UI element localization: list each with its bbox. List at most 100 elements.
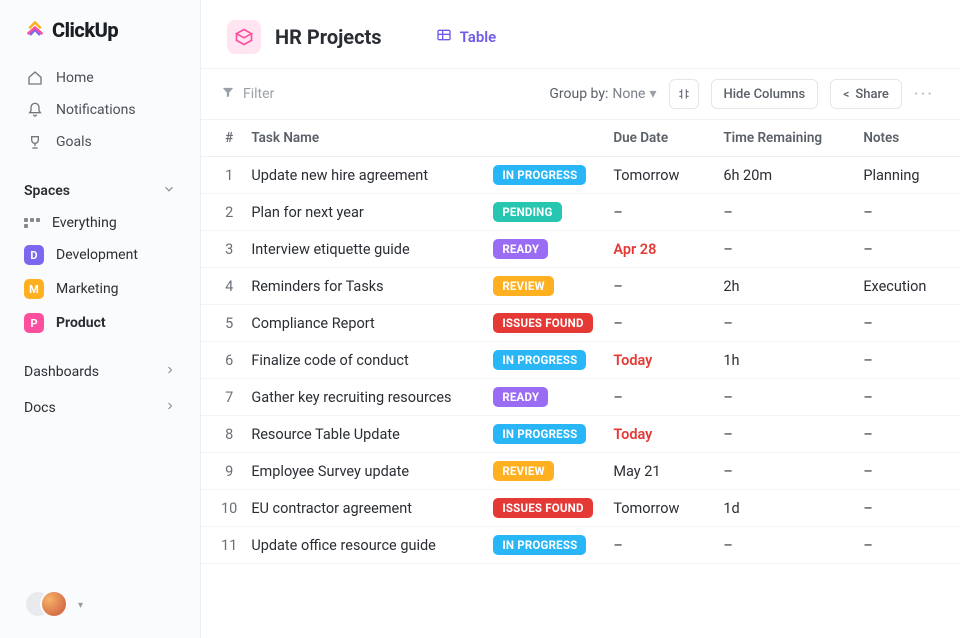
cell-notes[interactable]: –	[853, 194, 960, 231]
cell-status[interactable]: IN PROGRESS	[483, 157, 603, 194]
sidebar-docs[interactable]: Docs	[0, 390, 200, 426]
cell-status[interactable]: READY	[483, 231, 603, 268]
cell-time[interactable]: –	[713, 231, 853, 268]
view-tab-table[interactable]: Table	[436, 27, 497, 47]
status-badge: REVIEW	[493, 461, 553, 481]
cell-status[interactable]: PENDING	[483, 194, 603, 231]
hide-columns-label: Hide Columns	[724, 87, 806, 102]
cell-notes[interactable]: –	[853, 453, 960, 490]
cell-time[interactable]: –	[713, 194, 853, 231]
table-row[interactable]: 10EU contractor agreementISSUES FOUNDTom…	[201, 490, 960, 527]
cell-due[interactable]: Tomorrow	[603, 490, 713, 527]
table-row[interactable]: 6Finalize code of conductIN PROGRESSToda…	[201, 342, 960, 379]
cell-num: 4	[201, 268, 243, 305]
table-row[interactable]: 7Gather key recruiting resourcesREADY–––	[201, 379, 960, 416]
cell-due[interactable]: Today	[603, 342, 713, 379]
cell-task[interactable]: Interview etiquette guide	[243, 231, 483, 268]
cell-due[interactable]: –	[603, 194, 713, 231]
col-task[interactable]: Task Name	[243, 120, 483, 157]
table-row[interactable]: 8Resource Table UpdateIN PROGRESSToday––	[201, 416, 960, 453]
cell-status[interactable]: IN PROGRESS	[483, 416, 603, 453]
cell-task[interactable]: Update office resource guide	[243, 527, 483, 564]
cell-notes[interactable]: –	[853, 305, 960, 342]
col-num[interactable]: #	[201, 120, 243, 157]
cell-task[interactable]: Employee Survey update	[243, 453, 483, 490]
app-root: ClickUp Home Notifications Goals	[0, 0, 960, 638]
sidebar-item-space[interactable]: PProduct	[0, 306, 200, 340]
col-time[interactable]: Time Remaining	[713, 120, 853, 157]
cell-notes[interactable]: –	[853, 379, 960, 416]
more-menu-button[interactable]: ···	[914, 84, 934, 105]
sidebar-item-space[interactable]: MMarketing	[0, 272, 200, 306]
cell-time[interactable]: 6h 20m	[713, 157, 853, 194]
cell-due[interactable]: May 21	[603, 453, 713, 490]
cell-time[interactable]: –	[713, 305, 853, 342]
cell-status[interactable]: READY	[483, 379, 603, 416]
cell-notes[interactable]: –	[853, 231, 960, 268]
groupby-selector[interactable]: Group by: None ▾	[549, 86, 656, 102]
filter-button[interactable]: Filter	[221, 85, 274, 103]
col-due[interactable]: Due Date	[603, 120, 713, 157]
cell-time[interactable]: –	[713, 453, 853, 490]
space-icon	[227, 20, 261, 54]
cell-due[interactable]: Today	[603, 416, 713, 453]
cell-notes[interactable]: Execution	[853, 268, 960, 305]
hide-columns-button[interactable]: Hide Columns	[711, 79, 819, 109]
cell-task[interactable]: Plan for next year	[243, 194, 483, 231]
cell-time[interactable]: –	[713, 527, 853, 564]
cell-task[interactable]: Compliance Report	[243, 305, 483, 342]
cell-status[interactable]: REVIEW	[483, 268, 603, 305]
table-row[interactable]: 3Interview etiquette guideREADYApr 28––	[201, 231, 960, 268]
nav-notifications[interactable]: Notifications	[0, 94, 200, 126]
primary-nav: Home Notifications Goals	[0, 56, 200, 164]
user-switcher[interactable]: ▾	[24, 590, 83, 620]
col-notes[interactable]: Notes	[853, 120, 960, 157]
table-row[interactable]: 11Update office resource guideIN PROGRES…	[201, 527, 960, 564]
cell-time[interactable]: 1d	[713, 490, 853, 527]
cell-status[interactable]: REVIEW	[483, 453, 603, 490]
cell-due[interactable]: –	[603, 379, 713, 416]
cell-notes[interactable]: –	[853, 342, 960, 379]
table-row[interactable]: 9Employee Survey updateREVIEWMay 21––	[201, 453, 960, 490]
table-row[interactable]: 5Compliance ReportISSUES FOUND–––	[201, 305, 960, 342]
cell-task[interactable]: Reminders for Tasks	[243, 268, 483, 305]
groupby-label: Group by:	[549, 86, 608, 102]
share-button[interactable]: < Share	[830, 79, 902, 109]
cell-time[interactable]: –	[713, 379, 853, 416]
cell-notes[interactable]: –	[853, 527, 960, 564]
col-status[interactable]	[483, 120, 603, 157]
nav-home[interactable]: Home	[0, 62, 200, 94]
cell-task[interactable]: EU contractor agreement	[243, 490, 483, 527]
cell-due[interactable]: –	[603, 305, 713, 342]
brand-logo[interactable]: ClickUp	[0, 18, 200, 56]
cell-task[interactable]: Resource Table Update	[243, 416, 483, 453]
cell-status[interactable]: ISSUES FOUND	[483, 305, 603, 342]
cell-due[interactable]: –	[603, 268, 713, 305]
caret-down-icon: ▾	[649, 86, 656, 102]
cell-status[interactable]: IN PROGRESS	[483, 342, 603, 379]
cell-due[interactable]: Tomorrow	[603, 157, 713, 194]
spaces-header[interactable]: Spaces	[0, 164, 200, 208]
sidebar-item-everything[interactable]: Everything	[0, 208, 200, 238]
cell-notes[interactable]: Planning	[853, 157, 960, 194]
cell-status[interactable]: IN PROGRESS	[483, 527, 603, 564]
table-row[interactable]: 1Update new hire agreementIN PROGRESSTom…	[201, 157, 960, 194]
cell-task[interactable]: Gather key recruiting resources	[243, 379, 483, 416]
cell-task[interactable]: Finalize code of conduct	[243, 342, 483, 379]
nav-goals[interactable]: Goals	[0, 126, 200, 158]
cell-time[interactable]: 2h	[713, 268, 853, 305]
sidebar-item-space[interactable]: DDevelopment	[0, 238, 200, 272]
table-row[interactable]: 4Reminders for TasksREVIEW–2hExecution	[201, 268, 960, 305]
cell-task[interactable]: Update new hire agreement	[243, 157, 483, 194]
share-label: Share	[855, 87, 889, 102]
sidebar-dashboards[interactable]: Dashboards	[0, 354, 200, 390]
cell-due[interactable]: Apr 28	[603, 231, 713, 268]
row-height-button[interactable]	[669, 79, 699, 109]
cell-time[interactable]: –	[713, 416, 853, 453]
cell-notes[interactable]: –	[853, 490, 960, 527]
cell-due[interactable]: –	[603, 527, 713, 564]
cell-notes[interactable]: –	[853, 416, 960, 453]
cell-status[interactable]: ISSUES FOUND	[483, 490, 603, 527]
table-row[interactable]: 2Plan for next yearPENDING–––	[201, 194, 960, 231]
cell-time[interactable]: 1h	[713, 342, 853, 379]
